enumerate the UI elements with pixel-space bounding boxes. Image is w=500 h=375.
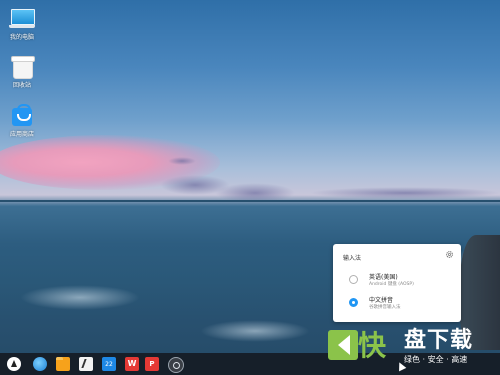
- sea-foam: [200, 320, 310, 342]
- watermark-tagline: 绿色 · 安全 · 高速: [404, 355, 468, 364]
- editor-icon[interactable]: [79, 357, 93, 371]
- desktop-icon-label: 应用商店: [9, 131, 34, 138]
- wps-presentation-icon[interactable]: P: [145, 357, 159, 371]
- sea-horizon: [0, 200, 500, 202]
- radio-button-selected[interactable]: [349, 298, 358, 307]
- input-method-title: 输入法: [343, 255, 362, 262]
- wallpaper-cloud: [310, 187, 500, 199]
- desktop-icon-my-computer[interactable]: 我的电脑: [4, 7, 40, 41]
- file-manager-icon[interactable]: [56, 357, 70, 371]
- option-name: 中文拼音: [369, 297, 394, 304]
- watermark-logo-char: 快: [358, 329, 387, 362]
- gear-icon[interactable]: [445, 250, 454, 259]
- sea-foam: [20, 285, 140, 310]
- watermark-logo-icon: [328, 330, 358, 360]
- input-method-option-pinyin[interactable]: 中文拼音 谷歌拼音输入法: [349, 295, 457, 313]
- launcher-icon[interactable]: [7, 357, 21, 371]
- wps-icon[interactable]: W: [125, 357, 139, 371]
- watermark-name: 盘下载: [404, 328, 474, 353]
- desktop-icon-label: 回收站: [12, 82, 31, 89]
- option-name: 英语(美国): [369, 274, 398, 281]
- option-subtitle: 谷歌拼音输入法: [369, 305, 401, 310]
- wallpaper-cloud: [168, 157, 196, 165]
- browser-icon[interactable]: [33, 357, 47, 371]
- settings-icon[interactable]: [168, 357, 184, 373]
- desktop-icon-label: 我的电脑: [9, 34, 34, 41]
- radio-button[interactable]: [349, 275, 358, 284]
- calendar-icon[interactable]: 22: [102, 357, 116, 371]
- option-subtitle: Android 键盘 (AOSP): [369, 282, 414, 287]
- input-method-option-english[interactable]: 英语(美国) Android 键盘 (AOSP): [349, 272, 457, 290]
- recycle-bin-icon: [10, 55, 35, 79]
- input-method-panel: 输入法 英语(美国) Android 键盘 (AOSP) 中文拼音 谷歌拼音输入…: [333, 244, 461, 322]
- computer-icon: [9, 7, 35, 29]
- app-store-icon: [10, 104, 34, 126]
- desktop-icon-recycle-bin[interactable]: 回收站: [4, 55, 40, 89]
- desktop-icon-app-store[interactable]: 应用商店: [4, 104, 40, 138]
